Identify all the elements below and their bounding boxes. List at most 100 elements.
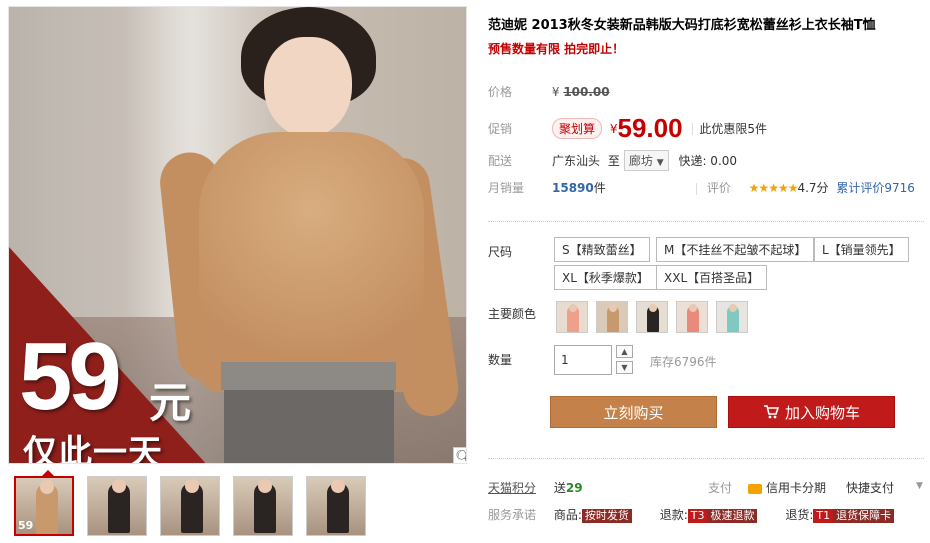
pay-label: 支付 <box>708 481 733 495</box>
return-tag: 退货保障卡 <box>833 509 895 523</box>
divider <box>696 182 697 195</box>
size-option-l[interactable]: L【销量领先】 <box>814 237 909 262</box>
thumbnail-head <box>185 479 199 493</box>
sales-row: 月销量 15890件 评价 ★★★★★4.7分 累计评价9716 <box>488 179 924 196</box>
color-swatch-3[interactable] <box>636 301 668 333</box>
zoom-icon[interactable]: 🔍︎ <box>453 447 466 463</box>
sales-label: 月销量 <box>488 181 525 195</box>
add-to-cart-label: 加入购物车 <box>784 403 860 422</box>
quantity-decrease-icon[interactable]: ▼ <box>616 361 633 374</box>
swatch-head <box>609 304 617 312</box>
promo-limit: 此优惠限5件 <box>699 122 768 136</box>
product-info-panel: 范迪妮 2013秋冬女装新品韩版大码打底衫宽松蕾丝衫上衣长袖T恤 预售数量有限 … <box>488 16 924 523</box>
original-price: ¥ 100.00 <box>552 85 610 99</box>
price-label: 价格 <box>488 85 513 99</box>
service-label: 服务承诺 <box>488 508 537 522</box>
swatch-head <box>569 304 577 312</box>
swatch-head <box>649 304 657 312</box>
quick-pay-label: 快捷支付 <box>846 481 895 495</box>
section-divider <box>488 221 924 222</box>
stock-count: 库存6796件 <box>650 355 717 369</box>
credit-card-installment[interactable]: 信用卡分期 <box>748 479 826 496</box>
rating-label: 评价 <box>706 181 731 195</box>
promo-price-unit: 元 <box>149 378 192 427</box>
color-swatch-5[interactable] <box>716 301 748 333</box>
refund-code: T3 <box>687 509 708 523</box>
points-label[interactable]: 天猫积分 <box>488 481 536 495</box>
original-price-currency: ¥ <box>551 85 560 99</box>
thumbnail-3[interactable] <box>160 476 220 536</box>
quantity-row: 数量 ▲ ▼ 库存6796件 <box>488 345 788 377</box>
product-title: 范迪妮 2013秋冬女装新品韩版大码打底衫宽松蕾丝衫上衣长袖T恤 <box>488 18 876 33</box>
product-subtitle: 预售数量有限 拍完即止！ <box>488 42 625 56</box>
swatch-head <box>689 304 697 312</box>
promo-label: 促销 <box>488 122 513 136</box>
return-code: T1 <box>813 509 834 523</box>
buy-now-button[interactable]: 立刻购买 <box>550 396 717 428</box>
destination-value: 廊坊 <box>628 154 653 168</box>
size-label: 尺码 <box>488 245 513 259</box>
credit-card-label: 信用卡分期 <box>766 481 827 495</box>
refund-tag: 极速退款 <box>707 509 758 523</box>
promo-price-text: 59 <box>19 323 122 430</box>
goods-label: 商品: <box>553 508 582 522</box>
model-waistband <box>221 362 396 390</box>
color-swatch-2[interactable] <box>596 301 628 333</box>
size-option-xl[interactable]: XL【秋季爆款】 <box>554 265 657 290</box>
chevron-down-icon[interactable]: ▼ <box>916 481 923 491</box>
quantity-increase-icon[interactable]: ▲ <box>616 345 633 358</box>
price-row: 价格 ¥ 100.00 <box>488 83 610 100</box>
thumbnail-4[interactable] <box>233 476 293 536</box>
add-to-cart-button[interactable]: 加入购物车 <box>728 396 895 428</box>
thumbnail-head <box>40 480 54 494</box>
shipping-row: 配送 广东汕头 至廊坊 ▼ 快递: 0.00 <box>488 150 737 171</box>
thumbnail-2[interactable] <box>87 476 147 536</box>
star-rating-icon: ★★★★★ <box>748 181 799 195</box>
size-option-xxl[interactable]: XXL【百搭圣品】 <box>656 265 768 290</box>
sales-count: 15890 <box>552 181 594 195</box>
shipping-express: 快递: 0.00 <box>678 154 738 168</box>
thumbnail-head <box>258 479 272 493</box>
chevron-down-icon: ▼ <box>656 158 664 168</box>
thumbnail-head <box>112 479 126 493</box>
size-option-m[interactable]: M【不挂丝不起皱不起球】 <box>656 237 815 262</box>
shipping-from: 广东汕头 <box>552 154 601 168</box>
size-options: S【精致蕾丝】 M【不挂丝不起皱不起球】 L【销量领先】 XL【秋季爆款】 XX… <box>554 237 930 293</box>
quantity-input[interactable] <box>554 345 612 375</box>
divider <box>692 122 694 135</box>
promo-day-text: 仅此一天 <box>23 433 163 464</box>
thumbnail-strip: 59 <box>14 476 366 536</box>
points-value: 29 <box>565 481 583 495</box>
main-product-image[interactable]: 59 元 仅此一天 🔍︎ <box>8 6 467 464</box>
color-swatches <box>556 301 756 335</box>
shipping-to-word: 至 <box>607 154 620 168</box>
original-price-value: 100.00 <box>563 85 610 99</box>
size-option-s[interactable]: S【精致蕾丝】 <box>554 237 650 262</box>
promo-price: 59.00 <box>617 113 683 143</box>
rating-group: 评价 ★★★★★4.7分 累计评价9716 <box>696 179 915 196</box>
action-buttons: 立刻购买 加入购物车 <box>488 396 924 430</box>
section-divider <box>488 458 924 459</box>
swatch-head <box>729 304 737 312</box>
destination-select[interactable]: 廊坊 ▼ <box>623 150 669 171</box>
quantity-label: 数量 <box>488 353 513 367</box>
color-swatch-4[interactable] <box>676 301 708 333</box>
buy-now-label: 立刻购买 <box>603 403 664 422</box>
refund-label: 退款: <box>659 508 688 522</box>
sales-unit: 件 <box>593 181 606 195</box>
thumbnail-badge: 59 <box>18 519 34 532</box>
promo-row: 促销 聚划算 ¥59.00 此优惠限5件 <box>488 113 767 144</box>
promo-badge: 聚划算 <box>552 118 603 139</box>
thumbnail-5[interactable] <box>306 476 366 536</box>
goods-tag: 按时发货 <box>581 509 632 523</box>
points-send: 送 <box>553 481 566 495</box>
reviews-link[interactable]: 累计评价9716 <box>836 181 915 195</box>
thumbnail-head <box>331 479 345 493</box>
credit-card-icon <box>748 483 762 494</box>
color-swatch-1[interactable] <box>556 301 588 333</box>
return-label: 退货: <box>785 508 814 522</box>
service-row: 服务承诺 商品: 按时发货 退款: T3 极速退款 退货: T1 退货保障卡 <box>488 506 924 523</box>
thumbnail-1[interactable]: 59 <box>14 476 74 536</box>
color-label: 主要颜色 <box>488 307 537 321</box>
cart-icon <box>763 405 779 419</box>
